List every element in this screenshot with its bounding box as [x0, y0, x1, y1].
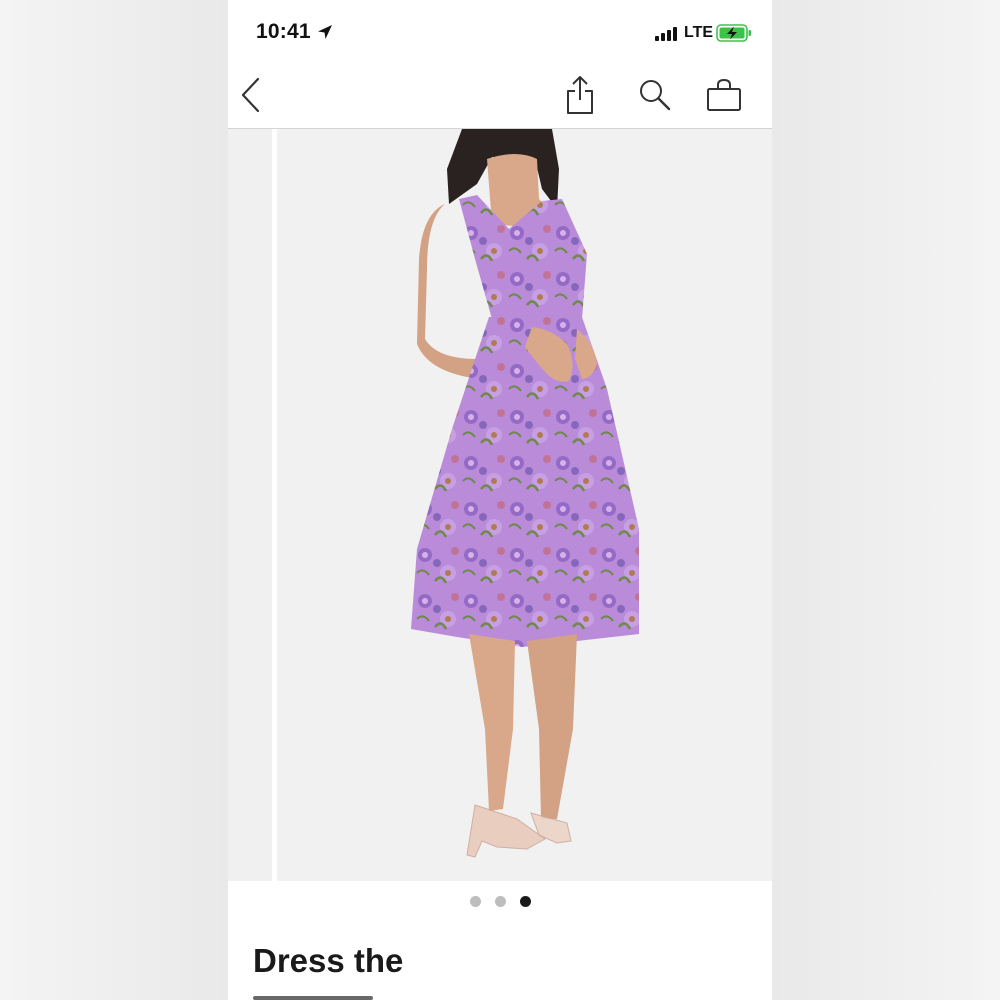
previous-image-peek[interactable]	[228, 129, 272, 881]
battery-charging-icon	[716, 24, 751, 42]
product-image-gallery[interactable]	[228, 129, 772, 881]
cellular-signal-icon	[655, 27, 677, 41]
phone-screen: 10:41 LTE Dress the	[228, 0, 772, 1000]
location-arrow-icon	[318, 25, 332, 39]
product-image[interactable]	[277, 129, 772, 881]
status-bar: 10:41 LTE	[228, 0, 772, 62]
navigation-bar	[228, 62, 772, 129]
back-chevron-icon[interactable]	[238, 76, 264, 114]
model-dress-illustration	[411, 129, 639, 858]
pagination-dot-active[interactable]	[519, 895, 531, 907]
network-type: LTE	[684, 24, 714, 41]
status-time: 10:41	[256, 20, 311, 43]
shopping-bag-icon[interactable]	[706, 78, 742, 112]
share-icon[interactable]	[564, 74, 596, 116]
background-right	[772, 0, 1000, 1000]
pagination-dot[interactable]	[469, 895, 481, 907]
product-subtitle-cutoff	[253, 988, 403, 1000]
pagination-dot[interactable]	[494, 895, 506, 907]
background-left	[0, 0, 228, 1000]
gallery-pagination	[228, 886, 772, 916]
search-icon[interactable]	[638, 78, 672, 112]
product-title: Dress the	[253, 942, 404, 979]
